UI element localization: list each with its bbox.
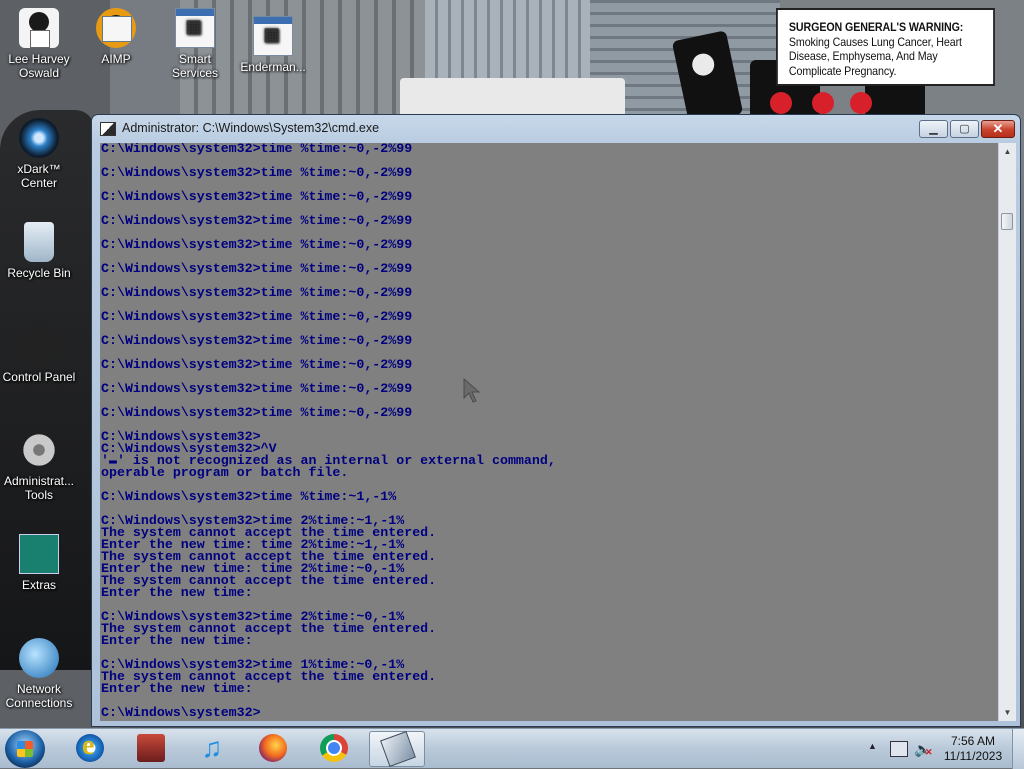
- taskbar-internet-explorer[interactable]: [62, 730, 118, 767]
- desktop-icon-lee-harvey-oswald[interactable]: Lee Harvey Oswald: [0, 8, 78, 80]
- desktop-icon-control-panel[interactable]: Control Panel: [0, 326, 78, 384]
- start-button[interactable]: [5, 730, 45, 768]
- desktop-icon-smart-services[interactable]: Smart Services: [156, 8, 234, 80]
- cmd-icon: [100, 122, 116, 136]
- surgeon-general-warning: SURGEON GENERAL'S WARNING: Smoking Cause…: [776, 8, 995, 86]
- clock-time: 7:56 AM: [950, 734, 996, 748]
- cmd-window[interactable]: Administrator: C:\Windows\System32\cmd.e…: [91, 114, 1021, 727]
- console-line: operable program or batch file.: [101, 465, 349, 480]
- console-line: C:\Windows\system32>time %time:~0,-2%99: [101, 213, 413, 228]
- desktop-icon-extras[interactable]: Extras: [0, 534, 78, 592]
- scroll-down-arrow-icon[interactable]: ▼: [999, 704, 1016, 721]
- window-titlebar[interactable]: Administrator: C:\Windows\System32\cmd.e…: [92, 115, 1020, 142]
- wallpaper-red-light: [812, 92, 834, 114]
- console-line: C:\Windows\system32>time %time:~0,-2%99: [101, 309, 413, 324]
- taskbar-command-prompt[interactable]: [369, 731, 425, 767]
- console-line: C:\Windows\system32>time %time:~0,-2%99: [101, 405, 413, 420]
- aimp-icon: [96, 8, 136, 48]
- media-center-icon: [137, 734, 165, 762]
- desktop-icon-label: AIMP: [101, 52, 131, 66]
- oswald-icon: [19, 8, 59, 48]
- desktop-icon-recycle-bin[interactable]: Recycle Bin: [0, 222, 78, 280]
- console-line: Enter the new time:: [101, 585, 253, 600]
- recycle-bin-icon: [24, 222, 54, 262]
- desktop-icon-aimp[interactable]: AIMP: [77, 8, 155, 66]
- show-desktop-button[interactable]: [1012, 729, 1024, 769]
- console-output[interactable]: C:\Windows\system32>time %time:~0,-2%99 …: [100, 143, 998, 721]
- desktop-icon-label: xDark™ Center: [17, 162, 61, 190]
- console-line: C:\Windows\system32>time %time:~0,-2%99: [101, 143, 413, 156]
- console-line: C:\Windows\system32>time %time:~0,-2%99: [101, 357, 413, 372]
- desktop-icon-label: Control Panel: [2, 370, 76, 384]
- desktop-icon-label: Lee Harvey Oswald: [8, 52, 70, 80]
- desktop-icon-label: Recycle Bin: [7, 266, 71, 280]
- desktop-icon-administrative-tools[interactable]: Administrat... Tools: [0, 430, 78, 502]
- clock-date: 11/11/2023: [943, 749, 1003, 763]
- console-line: Enter the new time:: [101, 681, 253, 696]
- desktop-icon-label: Smart Services: [171, 52, 218, 80]
- console-line: Enter the new time:: [101, 633, 253, 648]
- volume-muted-icon: ✕: [925, 747, 933, 757]
- desktop-icon-label: Administrat... Tools: [3, 474, 75, 502]
- music-note-icon: ♫: [201, 732, 223, 763]
- firefox-icon: [259, 734, 287, 762]
- close-button[interactable]: ✕: [981, 120, 1015, 138]
- taskbar-chrome[interactable]: [306, 731, 362, 767]
- internet-explorer-icon: [76, 730, 104, 762]
- console-line: C:\Windows\system32>time %time:~0,-2%99: [101, 285, 413, 300]
- taskbar: ♫ ▲ 🔈 ✕ 7:56 AM 11/11/2023: [0, 728, 1024, 769]
- taskbar-firefox[interactable]: [245, 731, 301, 767]
- scroll-up-arrow-icon[interactable]: ▲: [999, 143, 1016, 160]
- taskbar-clock[interactable]: 7:56 AM 11/11/2023: [940, 734, 1006, 764]
- scrollbar-thumb[interactable]: [1001, 213, 1013, 230]
- console-line: C:\Windows\system32>time %time:~0,-2%99: [101, 381, 413, 396]
- desktop-icon-label: Extras: [21, 578, 56, 592]
- window-title: Administrator: C:\Windows\System32\cmd.e…: [122, 121, 380, 135]
- taskbar-music-player[interactable]: ♫: [184, 731, 240, 767]
- warning-body: Smoking Causes Lung Cancer, Heart Diseas…: [788, 35, 962, 78]
- console-line: C:\Windows\system32>time %time:~0,-2%99: [101, 165, 413, 180]
- gear-icon: [19, 430, 59, 470]
- chrome-icon: [320, 734, 348, 762]
- desktop-icon-label: Enderman...: [240, 60, 306, 74]
- console-line: C:\Windows\system32>time %time:~0,-2%99: [101, 261, 413, 276]
- desktop-icon-enderman[interactable]: Enderman...: [234, 16, 312, 74]
- wallpaper-red-light: [770, 92, 792, 114]
- console-line: C:\Windows\system32>time %time:~0,-2%99: [101, 333, 413, 348]
- show-hidden-icons-arrow-icon[interactable]: ▲: [868, 741, 877, 751]
- vertical-scrollbar[interactable]: ▲ ▼: [998, 143, 1016, 721]
- network-globe-icon: [19, 638, 59, 678]
- extras-icon: [19, 534, 59, 574]
- minimize-button[interactable]: ▁: [919, 120, 948, 138]
- control-panel-icon: [19, 326, 59, 366]
- desktop-icon-xdark-center[interactable]: xDark™ Center: [0, 118, 78, 190]
- wallpaper-red-light: [850, 92, 872, 114]
- taskbar-media-center[interactable]: [123, 731, 179, 767]
- console-line: C:\Windows\system32>time %time:~1,-1%: [101, 489, 397, 504]
- desktop-icon-label: Network Connections: [5, 682, 73, 710]
- warning-heading: SURGEON GENERAL'S WARNING:: [788, 21, 964, 34]
- smart-services-icon: [175, 8, 215, 48]
- network-tray-icon[interactable]: [890, 741, 908, 757]
- maximize-button[interactable]: ▢: [950, 120, 979, 138]
- command-prompt-icon: [380, 731, 416, 767]
- console-line: C:\Windows\system32>: [101, 705, 261, 720]
- console-text: C:\Windows\system32>time %time:~0,-2%99 …: [100, 143, 998, 719]
- console-line: C:\Windows\system32>time %time:~0,-2%99: [101, 237, 413, 252]
- xdark-center-icon: [19, 118, 59, 158]
- enderman-app-icon: [253, 16, 293, 56]
- console-line: C:\Windows\system32>time %time:~0,-2%99: [101, 189, 413, 204]
- desktop-icon-network-connections[interactable]: Network Connections: [0, 638, 78, 710]
